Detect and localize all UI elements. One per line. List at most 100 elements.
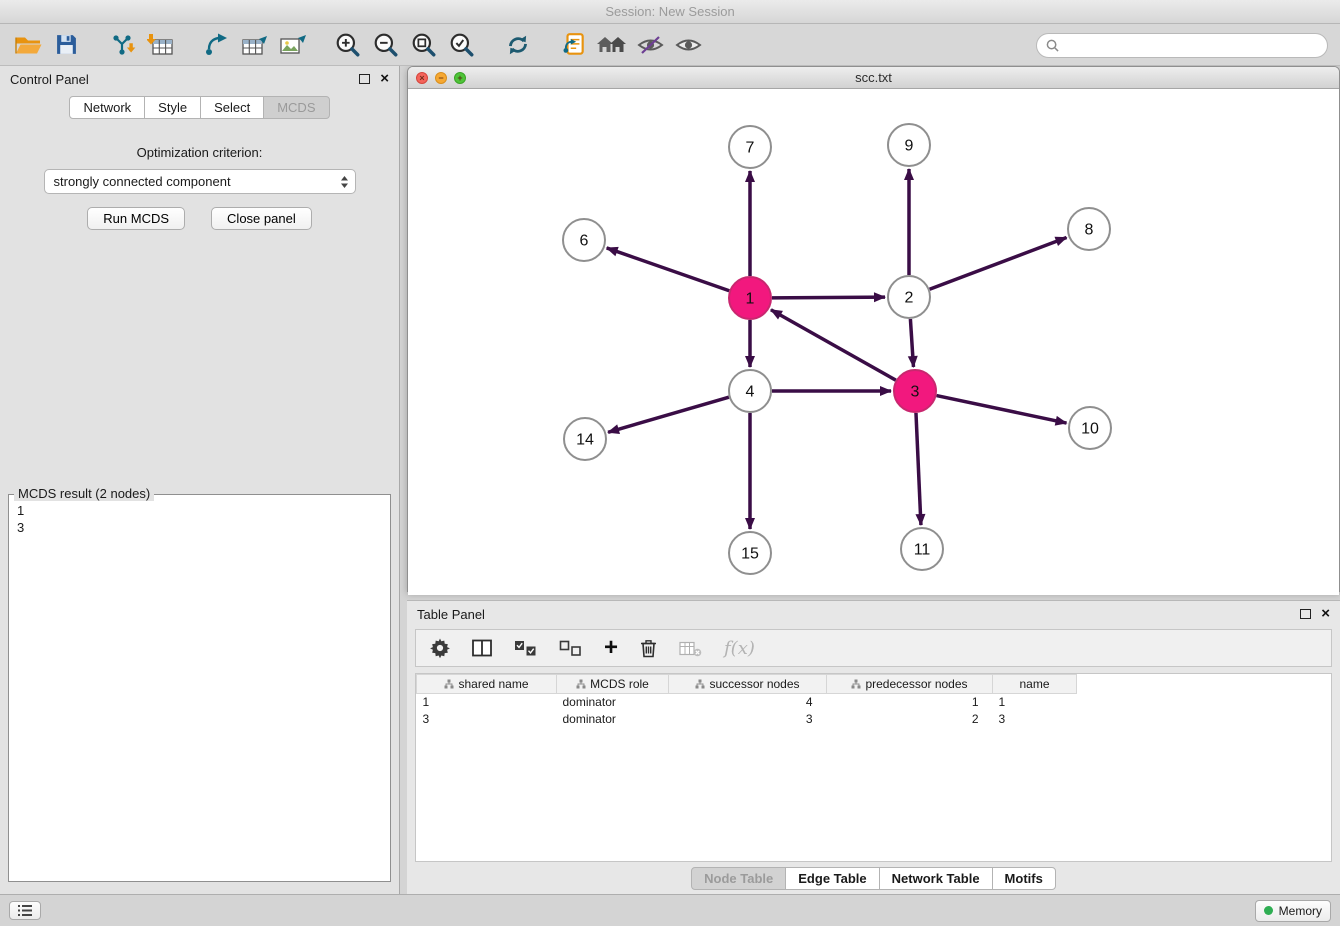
select-all-button[interactable] bbox=[514, 640, 537, 657]
tab-motifs[interactable]: Motifs bbox=[992, 867, 1056, 890]
table-row[interactable]: 3 dominator 3 2 3 bbox=[417, 711, 1077, 728]
column-header-name[interactable]: name bbox=[993, 675, 1077, 694]
graph-node-label: 14 bbox=[576, 432, 594, 449]
import-table-button[interactable] bbox=[142, 29, 178, 61]
delete-table-button[interactable] bbox=[679, 640, 702, 657]
refresh-button[interactable] bbox=[500, 29, 536, 61]
function-builder-button[interactable]: f(x) bbox=[724, 638, 755, 659]
tab-node-table[interactable]: Node Table bbox=[691, 867, 786, 890]
deselect-all-button[interactable] bbox=[559, 640, 582, 657]
tab-edge-table[interactable]: Edge Table bbox=[785, 867, 879, 890]
table-panel-title: Table Panel bbox=[417, 607, 1300, 622]
export-network-button[interactable] bbox=[198, 29, 234, 61]
export-table-button[interactable] bbox=[236, 29, 272, 61]
add-column-button[interactable]: + bbox=[604, 638, 618, 658]
close-panel-icon[interactable]: × bbox=[380, 73, 389, 85]
zoom-fit-icon bbox=[411, 32, 437, 58]
export-image-button[interactable] bbox=[274, 29, 310, 61]
network-graph[interactable]: 7 9 6 8 1 2 4 3 14 10 15 11 bbox=[408, 89, 1333, 592]
zoom-fit-button[interactable] bbox=[406, 29, 442, 61]
hide-graphics-button[interactable] bbox=[632, 29, 668, 61]
graph-edge-3-10[interactable] bbox=[937, 396, 1067, 423]
graph-edge-4-14[interactable] bbox=[608, 397, 729, 432]
graph-node-3[interactable]: 3 bbox=[894, 370, 936, 412]
table-settings-button[interactable] bbox=[430, 638, 450, 658]
tab-style[interactable]: Style bbox=[144, 96, 201, 119]
task-history-button[interactable] bbox=[9, 901, 41, 920]
close-panel-button[interactable]: Close panel bbox=[211, 207, 312, 230]
cell-shared-name[interactable]: 1 bbox=[417, 694, 557, 711]
tab-network[interactable]: Network bbox=[69, 96, 145, 119]
graph-node-11[interactable]: 11 bbox=[901, 528, 943, 570]
float-panel-icon[interactable] bbox=[359, 74, 370, 84]
graph-edge-2-3[interactable] bbox=[910, 319, 913, 367]
tab-network-table[interactable]: Network Table bbox=[879, 867, 993, 890]
graph-node-label: 10 bbox=[1081, 421, 1099, 438]
run-mcds-button[interactable]: Run MCDS bbox=[87, 207, 185, 230]
zoom-in-button[interactable] bbox=[330, 29, 366, 61]
network-canvas[interactable]: 7 9 6 8 1 2 4 3 14 10 15 11 bbox=[408, 89, 1339, 595]
columns-icon bbox=[472, 639, 492, 657]
table-row[interactable]: 1 dominator 4 1 1 bbox=[417, 694, 1077, 711]
close-table-panel-icon[interactable]: × bbox=[1321, 608, 1330, 620]
window-minimize-icon[interactable]: − bbox=[435, 72, 447, 84]
graph-node-9[interactable]: 9 bbox=[888, 124, 930, 166]
network-home-button[interactable] bbox=[594, 29, 630, 61]
column-chooser-button[interactable] bbox=[472, 639, 492, 657]
graph-node-4[interactable]: 4 bbox=[729, 370, 771, 412]
graph-edge-3-1[interactable] bbox=[771, 310, 896, 380]
column-label: shared name bbox=[458, 677, 528, 691]
column-header-successor-nodes[interactable]: successor nodes bbox=[669, 675, 827, 694]
import-network-button[interactable] bbox=[104, 29, 140, 61]
zoom-selected-button[interactable] bbox=[444, 29, 480, 61]
cell-predecessor-nodes[interactable]: 2 bbox=[827, 711, 993, 728]
graph-edge-3-11[interactable] bbox=[916, 413, 921, 525]
window-close-icon[interactable]: × bbox=[416, 72, 428, 84]
save-session-button[interactable] bbox=[48, 29, 84, 61]
graph-node-label: 15 bbox=[741, 546, 759, 563]
tab-select[interactable]: Select bbox=[200, 96, 264, 119]
search-icon bbox=[1046, 39, 1059, 52]
open-session-button[interactable] bbox=[10, 29, 46, 61]
table-toolbar: + f(x) bbox=[415, 629, 1332, 667]
criterion-dropdown[interactable]: strongly connected component bbox=[44, 169, 356, 194]
search-input[interactable] bbox=[1064, 38, 1318, 53]
graph-node-6[interactable]: 6 bbox=[563, 219, 605, 261]
graph-node-14[interactable]: 14 bbox=[564, 418, 606, 460]
graph-node-label: 1 bbox=[746, 291, 755, 308]
cell-successor-nodes[interactable]: 3 bbox=[669, 711, 827, 728]
cell-successor-nodes[interactable]: 4 bbox=[669, 694, 827, 711]
trash-icon bbox=[640, 638, 657, 658]
graph-node-label: 11 bbox=[914, 542, 931, 559]
column-header-predecessor-nodes[interactable]: predecessor nodes bbox=[827, 675, 993, 694]
cell-name[interactable]: 1 bbox=[993, 694, 1077, 711]
column-header-shared-name[interactable]: shared name bbox=[417, 675, 557, 694]
tab-mcds[interactable]: MCDS bbox=[263, 96, 329, 119]
cell-shared-name[interactable]: 3 bbox=[417, 711, 557, 728]
graph-node-1[interactable]: 1 bbox=[729, 277, 771, 319]
graph-node-10[interactable]: 10 bbox=[1069, 407, 1111, 449]
graph-node-label: 3 bbox=[911, 384, 920, 401]
show-view-button[interactable] bbox=[670, 29, 706, 61]
float-table-panel-icon[interactable] bbox=[1300, 609, 1311, 619]
graph-edge-1-6[interactable] bbox=[607, 248, 730, 291]
zoom-out-button[interactable] bbox=[368, 29, 404, 61]
graph-node-7[interactable]: 7 bbox=[729, 126, 771, 168]
window-zoom-icon[interactable]: + bbox=[454, 72, 466, 84]
delete-column-button[interactable] bbox=[640, 638, 657, 658]
cell-name[interactable]: 3 bbox=[993, 711, 1077, 728]
zoom-in-icon bbox=[335, 32, 361, 58]
cell-predecessor-nodes[interactable]: 1 bbox=[827, 694, 993, 711]
memory-button[interactable]: Memory bbox=[1255, 900, 1331, 922]
import-style-button[interactable] bbox=[556, 29, 592, 61]
graph-node-8[interactable]: 8 bbox=[1068, 208, 1110, 250]
search-field[interactable] bbox=[1036, 33, 1328, 58]
network-window-titlebar[interactable]: × − + scc.txt bbox=[408, 67, 1339, 89]
cell-mcds-role[interactable]: dominator bbox=[557, 694, 669, 711]
graph-edge-1-2[interactable] bbox=[772, 297, 885, 298]
cell-mcds-role[interactable]: dominator bbox=[557, 711, 669, 728]
graph-edge-2-8[interactable] bbox=[930, 237, 1067, 289]
graph-node-2[interactable]: 2 bbox=[888, 276, 930, 318]
graph-node-15[interactable]: 15 bbox=[729, 532, 771, 574]
column-header-mcds-role[interactable]: MCDS role bbox=[557, 675, 669, 694]
